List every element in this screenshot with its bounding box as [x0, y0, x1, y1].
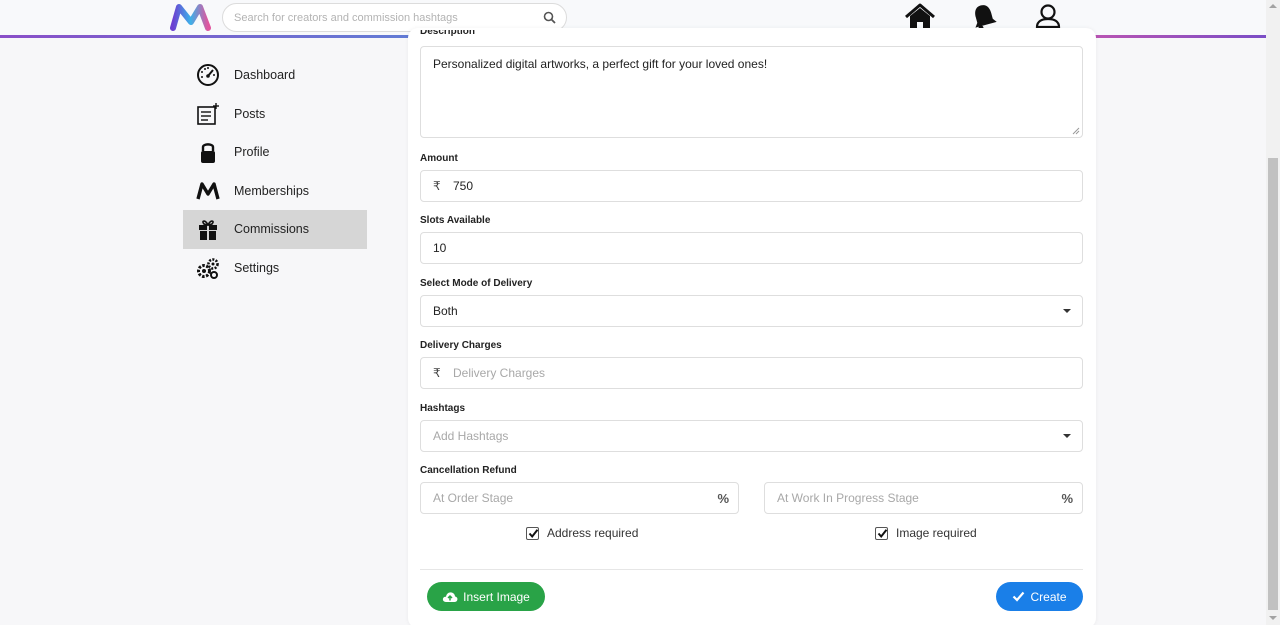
- cloud-upload-icon: [443, 591, 458, 602]
- sidebar-item-label: Posts: [234, 106, 266, 121]
- gears-icon: [195, 255, 221, 281]
- wip-stage-placeholder: At Work In Progress Stage: [777, 491, 919, 505]
- delivery-mode-value: Both: [433, 304, 458, 318]
- slots-input[interactable]: 10: [420, 232, 1083, 264]
- form-divider: [420, 569, 1083, 570]
- search-input[interactable]: [223, 4, 523, 31]
- logo-icon[interactable]: [170, 2, 212, 32]
- slots-label: Slots Available: [420, 215, 491, 226]
- delivery-charges-input[interactable]: ₹ Delivery Charges: [420, 357, 1083, 389]
- posts-icon: [195, 101, 221, 127]
- sidebar-item-label: Dashboard: [234, 68, 296, 83]
- scrollbar-thumb[interactable]: [1268, 158, 1278, 610]
- order-stage-input[interactable]: At Order Stage %: [420, 482, 739, 514]
- speedometer-icon: [195, 62, 221, 88]
- amount-value: 750: [453, 179, 474, 193]
- amount-label: Amount: [420, 153, 458, 164]
- delivery-mode-label: Select Mode of Delivery: [420, 278, 533, 289]
- sidebar-item-label: Commissions: [234, 222, 310, 237]
- image-required-option: Image required: [875, 526, 977, 540]
- sidebar-item-settings[interactable]: Settings: [183, 249, 367, 288]
- sidebar-item-label: Memberships: [234, 183, 310, 198]
- description-value: Personalized digital artworks, a perfect…: [433, 57, 768, 71]
- rupee-icon: ₹: [433, 179, 441, 193]
- percent-icon: %: [717, 491, 729, 506]
- hashtags-label: Hashtags: [420, 403, 466, 414]
- delivery-charges-label: Delivery Charges: [420, 340, 502, 351]
- gift-icon: [195, 216, 221, 242]
- amount-input[interactable]: ₹ 750: [420, 170, 1083, 202]
- chevron-down-icon: [1063, 434, 1071, 438]
- image-required-label: Image required: [896, 526, 977, 540]
- sidebar-item-commissions[interactable]: Commissions: [183, 210, 367, 249]
- sidebar-item-label: Settings: [234, 260, 280, 275]
- chevron-down-icon: [1063, 309, 1071, 313]
- image-required-checkbox[interactable]: [875, 526, 888, 540]
- sidebar-item-posts[interactable]: Posts: [183, 95, 367, 134]
- address-required-option: Address required: [526, 526, 638, 540]
- delivery-mode-select[interactable]: Both: [420, 295, 1083, 327]
- slots-value: 10: [433, 241, 447, 255]
- sidebar-item-label: Profile: [234, 145, 270, 160]
- page-scrollbar[interactable]: [1266, 0, 1280, 625]
- sidebar: Dashboard Posts Profile Memberships Comm…: [183, 56, 367, 287]
- insert-image-button[interactable]: Insert Image: [427, 582, 545, 611]
- cancellation-refund-label: Cancellation Refund: [420, 465, 517, 476]
- address-required-label: Address required: [547, 526, 639, 540]
- resize-handle-icon[interactable]: [1072, 127, 1080, 135]
- description-textarea[interactable]: Personalized digital artworks, a perfect…: [420, 46, 1083, 138]
- delivery-charges-placeholder: Delivery Charges: [453, 366, 546, 380]
- wip-stage-input[interactable]: At Work In Progress Stage %: [764, 482, 1083, 514]
- order-stage-placeholder: At Order Stage: [433, 491, 514, 505]
- percent-icon: %: [1061, 491, 1073, 506]
- m-logo-icon: [195, 178, 221, 204]
- hashtags-select[interactable]: Add Hashtags: [420, 420, 1083, 452]
- rupee-icon: ₹: [433, 366, 441, 380]
- check-icon: [1013, 591, 1025, 602]
- create-button[interactable]: Create: [996, 582, 1083, 611]
- sidebar-item-profile[interactable]: Profile: [183, 133, 367, 172]
- hashtags-placeholder: Add Hashtags: [433, 429, 509, 443]
- lock-icon: [195, 139, 221, 165]
- insert-image-label: Insert Image: [463, 589, 530, 604]
- address-required-checkbox[interactable]: [526, 526, 539, 540]
- sidebar-item-dashboard[interactable]: Dashboard: [183, 56, 367, 95]
- scroll-down-arrow-icon[interactable]: [1269, 616, 1277, 620]
- create-label: Create: [1030, 589, 1067, 604]
- sidebar-item-memberships[interactable]: Memberships: [183, 172, 367, 211]
- search-icon[interactable]: [543, 11, 556, 24]
- scroll-up-arrow-icon[interactable]: [1269, 4, 1277, 8]
